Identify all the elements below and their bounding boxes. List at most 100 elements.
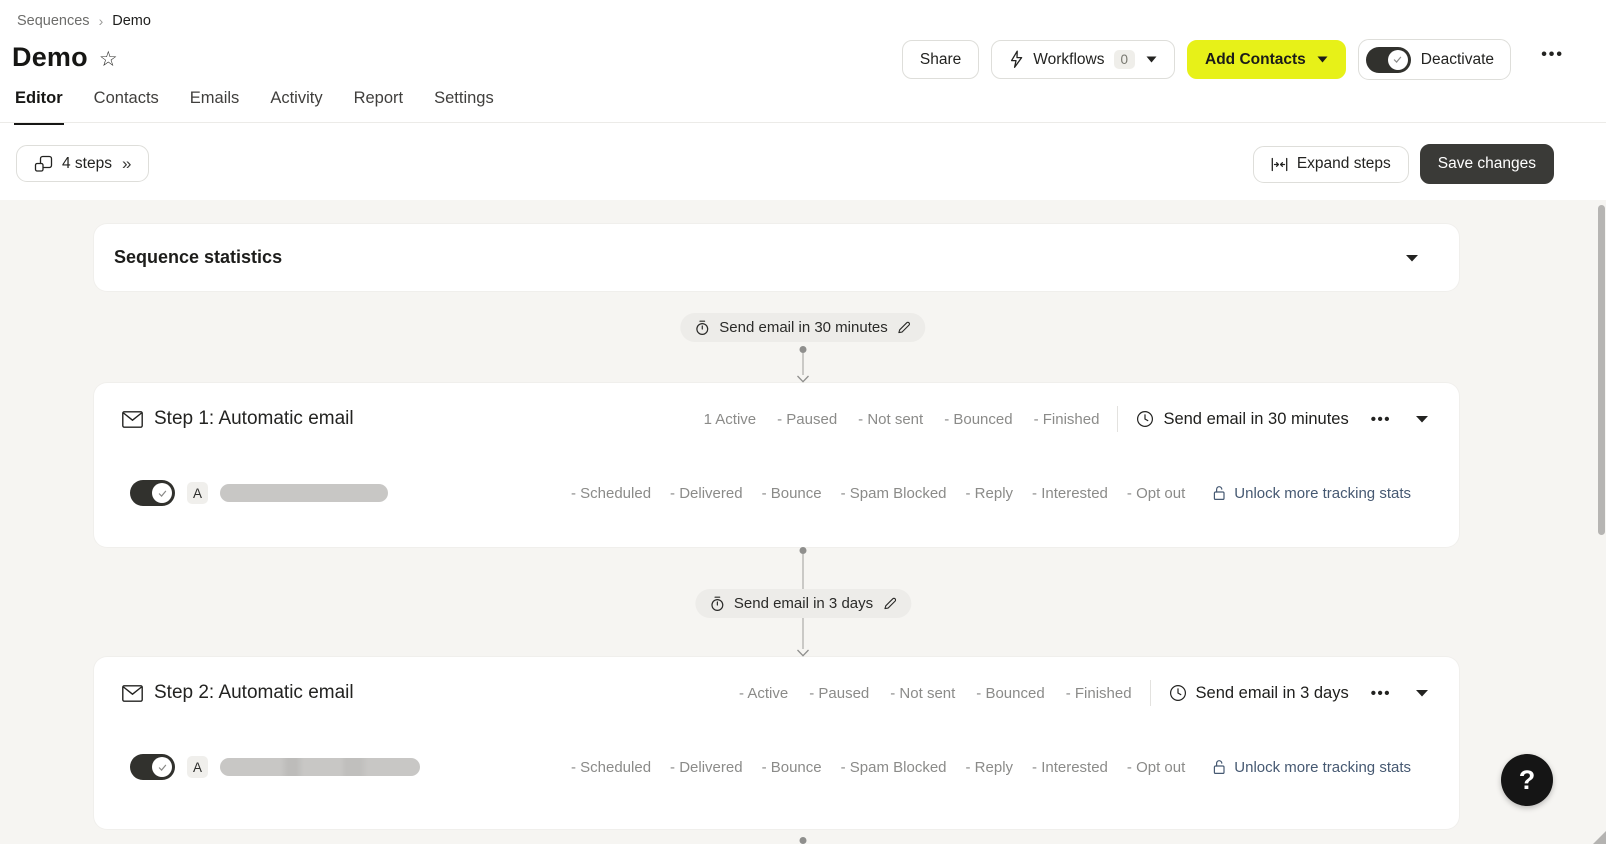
step-delay[interactable]: Send email in 3 days — [1169, 684, 1349, 703]
step-delay-label: Send email in 3 days — [1196, 684, 1349, 703]
step-1-header: Step 1: Automatic email 1 Active - Pause… — [122, 405, 1429, 433]
chevron-down-icon[interactable] — [1405, 254, 1419, 262]
tab-settings[interactable]: Settings — [433, 89, 495, 125]
step-header-stats: 1 Active - Paused - Not sent - Bounced -… — [704, 411, 1100, 428]
more-options-icon[interactable]: ••• — [1541, 46, 1564, 64]
step-2-email-row: A - Scheduled - Delivered - Bounce - Spa… — [130, 752, 1411, 782]
expand-steps-button[interactable]: Expand steps — [1253, 146, 1409, 183]
unlock-tracking-label: Unlock more tracking stats — [1234, 485, 1411, 502]
expand-steps-icon — [1271, 157, 1288, 172]
add-contacts-button[interactable]: Add Contacts — [1187, 40, 1346, 79]
tab-contacts[interactable]: Contacts — [93, 89, 160, 125]
step-2-card: Step 2: Automatic email - Active - Pause… — [94, 657, 1459, 829]
chevron-down-icon[interactable] — [1415, 415, 1429, 423]
stat-spam-blocked: - Spam Blocked — [841, 759, 947, 776]
sequence-canvas: Sequence statistics Send email in 30 min… — [0, 200, 1606, 844]
stat-finished: - Finished — [1066, 685, 1132, 702]
unlock-tracking-link[interactable]: Unlock more tracking stats — [1212, 759, 1411, 776]
share-label: Share — [920, 51, 961, 69]
tabs-divider — [0, 122, 1606, 123]
tab-report[interactable]: Report — [353, 89, 405, 125]
email-enabled-toggle[interactable] — [130, 754, 175, 780]
pencil-icon[interactable] — [882, 596, 897, 611]
tracking-stats: - Scheduled - Delivered - Bounce - Spam … — [571, 485, 1185, 502]
email-icon — [122, 685, 143, 702]
stat-bounced: - Bounced — [944, 411, 1012, 428]
deactivate-control[interactable]: Deactivate — [1358, 39, 1511, 80]
connector-dot — [800, 547, 807, 554]
steps-count-button[interactable]: 4 steps » — [16, 145, 149, 182]
expand-steps-label: Expand steps — [1297, 155, 1391, 173]
lock-icon — [1212, 759, 1226, 775]
sequence-statistics-card[interactable]: Sequence statistics — [94, 224, 1459, 291]
stat-scheduled: - Scheduled — [571, 485, 651, 502]
stat-delivered: - Delivered — [670, 485, 743, 502]
stat-spam-blocked: - Spam Blocked — [841, 485, 947, 502]
save-changes-label: Save changes — [1438, 155, 1536, 173]
breadcrumb-sequences-link[interactable]: Sequences — [17, 13, 90, 29]
share-button[interactable]: Share — [902, 40, 979, 79]
stat-not-sent: - Not sent — [890, 685, 955, 702]
stat-bounced: - Bounced — [976, 685, 1044, 702]
tab-editor[interactable]: Editor — [14, 89, 64, 125]
unlock-tracking-link[interactable]: Unlock more tracking stats — [1212, 485, 1411, 502]
sequence-editor-page: Sequences › Demo Demo ☆ Share Workflows … — [0, 0, 1606, 844]
favorite-star-icon[interactable]: ☆ — [99, 49, 118, 70]
step-delay-label: Send email in 30 minutes — [1163, 410, 1348, 429]
email-subject-redacted[interactable] — [220, 758, 420, 776]
divider — [1150, 680, 1151, 706]
more-options-icon[interactable]: ••• — [1371, 685, 1391, 702]
save-changes-button[interactable]: Save changes — [1420, 144, 1554, 184]
clock-icon — [1169, 684, 1187, 702]
active-toggle[interactable] — [1366, 47, 1411, 73]
email-subject-redacted[interactable] — [220, 484, 388, 502]
stat-not-sent: - Not sent — [858, 411, 923, 428]
stat-paused: - Paused — [809, 685, 869, 702]
pencil-icon[interactable] — [897, 320, 912, 335]
header-actions: Share Workflows 0 Add Contacts Dea — [902, 39, 1511, 80]
workflows-button[interactable]: Workflows 0 — [991, 40, 1175, 79]
delay-label: Send email in 30 minutes — [719, 319, 887, 336]
step-delay[interactable]: Send email in 30 minutes — [1136, 410, 1348, 429]
tab-activity[interactable]: Activity — [269, 89, 323, 125]
connector-dot — [800, 346, 807, 353]
deactivate-label: Deactivate — [1421, 51, 1494, 69]
connector-dot — [800, 837, 807, 844]
stopwatch-icon — [694, 319, 710, 336]
sequence-statistics-title: Sequence statistics — [114, 247, 282, 268]
toggle-knob — [1388, 50, 1408, 70]
step-1-card: Step 1: Automatic email 1 Active - Pause… — [94, 383, 1459, 547]
resize-corner-icon — [1593, 831, 1606, 844]
stat-delivered: - Delivered — [670, 759, 743, 776]
steps-icon — [34, 155, 53, 173]
tab-bar: Editor Contacts Emails Activity Report S… — [14, 89, 495, 125]
variant-badge: A — [187, 482, 208, 504]
step-connector — [797, 346, 810, 383]
more-options-icon[interactable]: ••• — [1371, 411, 1391, 428]
stat-scheduled: - Scheduled — [571, 759, 651, 776]
help-label: ? — [1519, 765, 1536, 796]
step-title: Step 2: Automatic email — [154, 682, 354, 704]
stat-active: 1 Active — [704, 411, 757, 428]
lock-icon — [1212, 485, 1226, 501]
chevron-down-icon — [1317, 56, 1328, 63]
stat-finished: - Finished — [1034, 411, 1100, 428]
arrow-down-icon — [797, 375, 810, 383]
add-contacts-label: Add Contacts — [1205, 51, 1306, 69]
stat-paused: - Paused — [777, 411, 837, 428]
help-button[interactable]: ? — [1501, 754, 1553, 806]
lightning-icon — [1009, 50, 1024, 69]
double-chevron-right-icon: » — [122, 154, 131, 174]
vertical-scrollbar[interactable] — [1598, 205, 1605, 535]
stopwatch-icon — [709, 595, 725, 612]
step-header-stats: - Active - Paused - Not sent - Bounced -… — [739, 685, 1132, 702]
stat-interested: - Interested — [1032, 759, 1108, 776]
breadcrumb: Sequences › Demo — [17, 13, 151, 29]
tab-emails[interactable]: Emails — [189, 89, 241, 125]
email-enabled-toggle[interactable] — [130, 480, 175, 506]
divider — [1117, 406, 1118, 432]
delay-pill-step-2[interactable]: Send email in 3 days — [695, 589, 911, 618]
delay-pill-step-1[interactable]: Send email in 30 minutes — [680, 313, 925, 342]
breadcrumb-current[interactable]: Demo — [112, 13, 151, 29]
chevron-down-icon[interactable] — [1415, 689, 1429, 697]
